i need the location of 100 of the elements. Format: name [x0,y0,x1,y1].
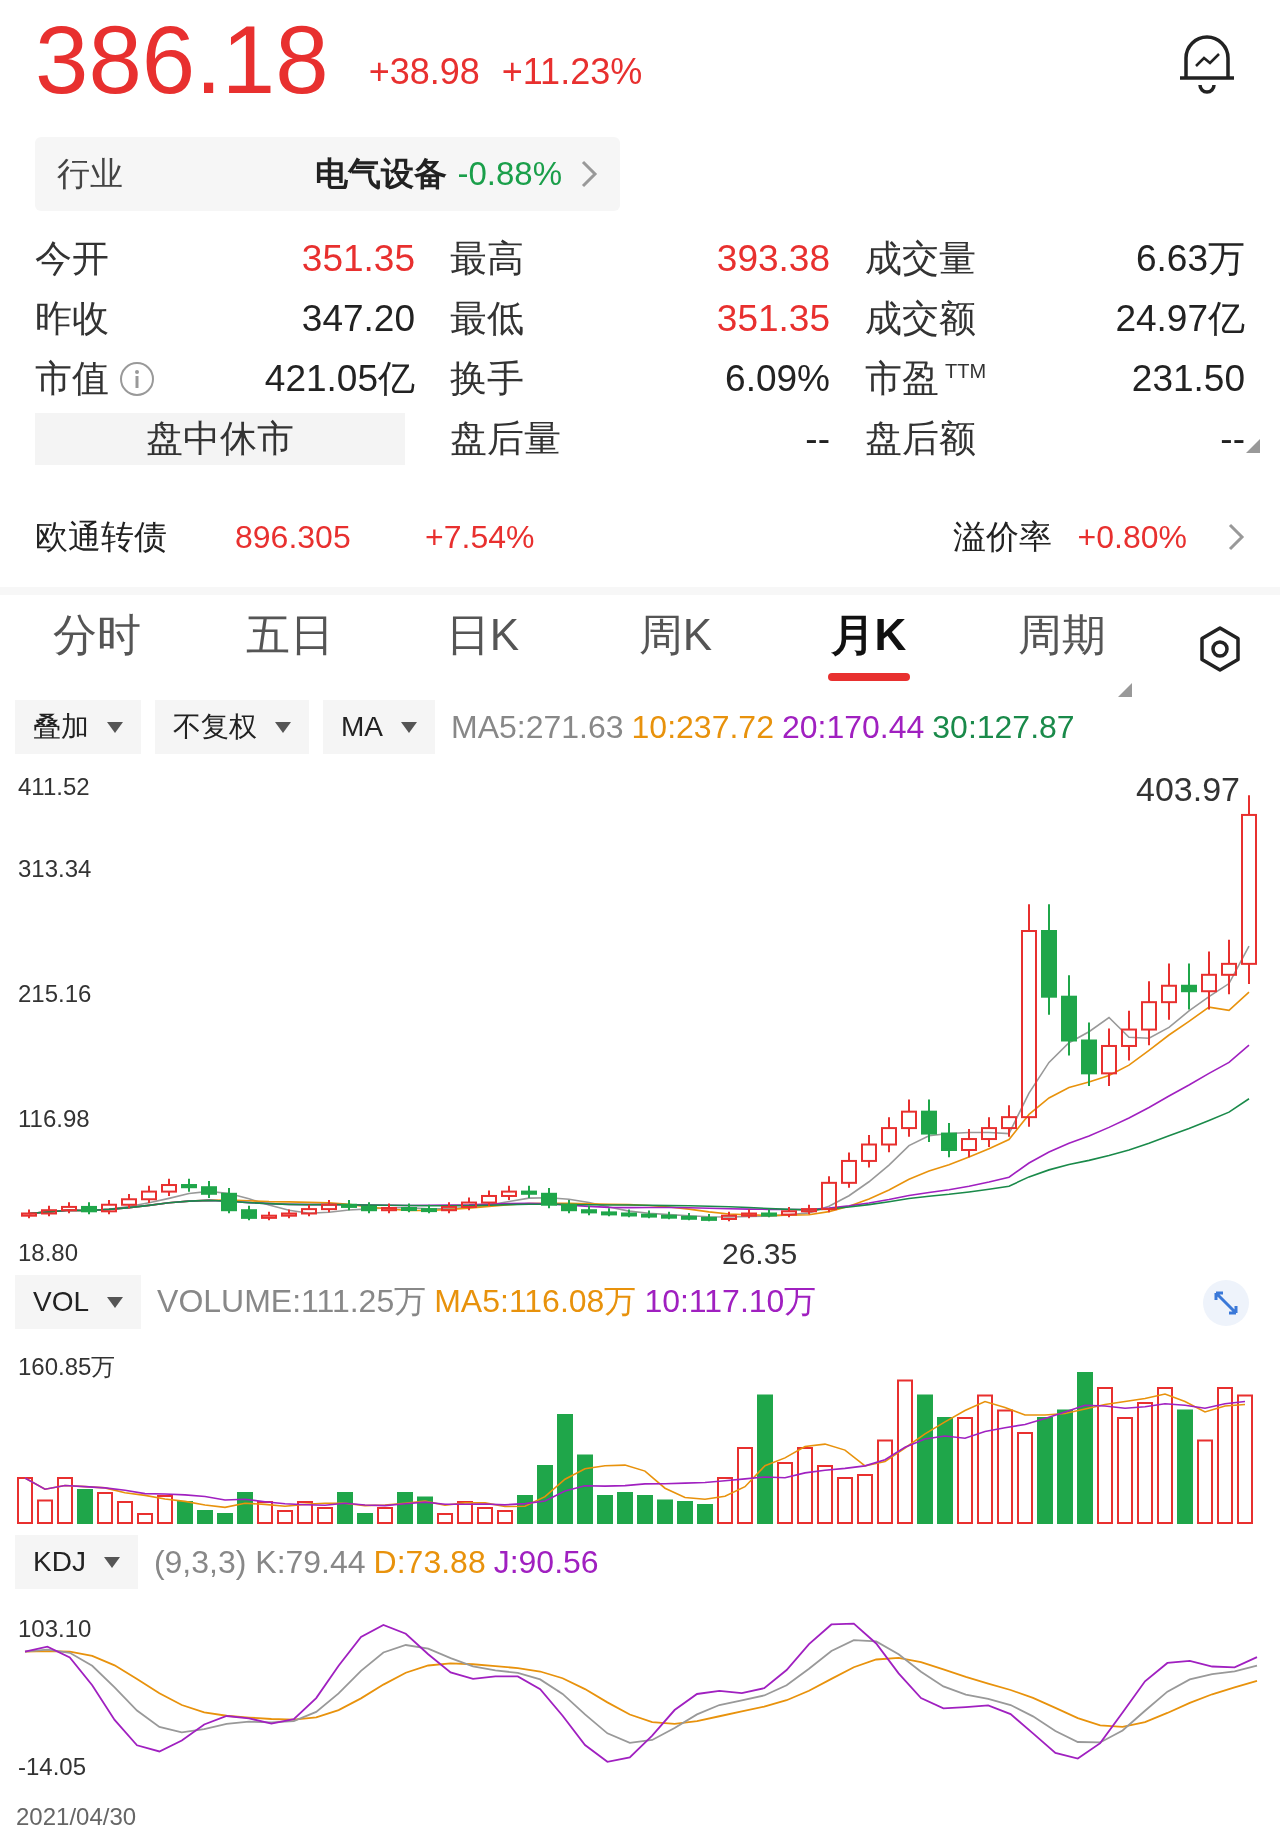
legend-text: J:90.56 [493,1543,599,1581]
volume-bar [517,1495,533,1524]
info-icon[interactable] [119,361,155,397]
stat-value: 6.09% [725,358,830,400]
candle [461,1196,477,1212]
dropdown[interactable]: 不复权 [155,700,309,754]
stat-label: 盘后额 [865,417,976,461]
industry-name: 电气设备 [315,153,448,194]
chevron-icon [580,160,598,188]
dropdown[interactable]: MA [323,700,435,754]
candle [301,1203,317,1218]
stat-value: 421.05亿 [264,357,415,401]
date-label: 2021/04/30 [16,1803,137,1831]
period-tab[interactable]: 分时 [0,595,193,697]
volume-bar [237,1492,253,1524]
caret-icon [107,721,123,733]
stat-label: 成交量 [865,237,976,281]
volume-bar [257,1501,273,1524]
candle [141,1184,157,1205]
candle [1081,1021,1097,1087]
candle [701,1213,717,1223]
candle [381,1202,397,1215]
volume-bar [17,1477,33,1524]
volume-bar [317,1507,333,1524]
indicator-dropdown[interactable]: KDJ [15,1535,138,1589]
axis-label: 160.85万 [18,1353,116,1380]
candle [541,1187,557,1210]
candle [581,1204,597,1217]
industry-change: -0.88% [457,155,562,193]
candle [901,1098,917,1138]
volume-bar [697,1504,713,1524]
candle [281,1208,297,1220]
candle [1201,950,1217,1011]
bond-change: +7.54% [425,518,535,556]
candle [1221,938,1237,996]
candle [21,1208,37,1220]
candle [1101,1027,1117,1087]
period-tab[interactable]: 日K [386,595,579,697]
legend-text: MA5:271.63 [451,708,624,746]
legend-text: 30:127.87 [932,708,1075,746]
candle [561,1198,577,1215]
period-tab[interactable]: 周K [579,595,772,697]
volume-bar [677,1501,693,1524]
indicator-dropdown[interactable]: VOL [15,1275,142,1329]
period-tab[interactable]: 五日 [193,595,386,697]
volume-bar [657,1499,673,1524]
axis-label: 18.80 [18,1239,79,1266]
candle [1121,1009,1137,1062]
bond-name: 欧通转债 [35,516,168,557]
volume-bar [217,1513,233,1524]
caret-icon [103,1556,120,1568]
caret-icon [401,721,417,733]
stat-label: 市值 [35,357,109,401]
candle [401,1202,417,1214]
volume-bar [477,1507,493,1524]
period-tab[interactable]: 月K [772,595,965,697]
volume-bar [857,1474,873,1524]
candle [221,1187,237,1215]
candle [661,1210,677,1221]
volume-bar [97,1492,113,1524]
legend-text: 20:170.44 [781,708,925,746]
volume-bar [817,1465,833,1524]
high-price-label: 403.97 [1136,770,1240,808]
candle [441,1201,457,1215]
volume-bar [537,1465,553,1524]
volume-bar [637,1495,653,1524]
legend-text: MA5:116.08万 [434,1282,637,1321]
volume-bar [357,1513,373,1524]
candle [201,1180,217,1199]
candle [621,1208,637,1219]
volume-bar [137,1513,153,1524]
stat-label: 今开 [35,237,109,281]
stat-value: 231.50 [1131,358,1245,400]
candle [921,1098,937,1143]
candle [741,1208,757,1220]
candle [1181,962,1197,1011]
candle [181,1177,197,1193]
dropdown[interactable]: 叠加 [15,700,141,754]
candle [781,1206,797,1219]
chevron-icon [1227,523,1245,551]
stat-label: 昨收 [35,297,109,341]
stock-price: 386.18 [35,5,329,115]
bond-price: 896.305 [235,518,352,556]
candle [101,1198,117,1216]
volume-bar [777,1462,793,1524]
stat-value: -- [805,418,830,460]
axis-label: 116.98 [18,1105,90,1132]
candle [881,1116,897,1154]
volume-bar [177,1501,193,1524]
stat-value: 393.38 [716,238,830,280]
legend-text: VOLUME:111.25万 [157,1282,427,1321]
candle [241,1204,257,1222]
candle [841,1151,857,1189]
stat-label: 盘后量 [450,417,561,461]
candle [501,1184,517,1201]
volume-bar [397,1492,413,1524]
industry-card[interactable]: 行业 电气设备 -0.88% [35,137,620,211]
expand-icon[interactable] [1202,1279,1250,1327]
stat-label: 换手 [450,357,524,401]
candle [641,1209,657,1220]
